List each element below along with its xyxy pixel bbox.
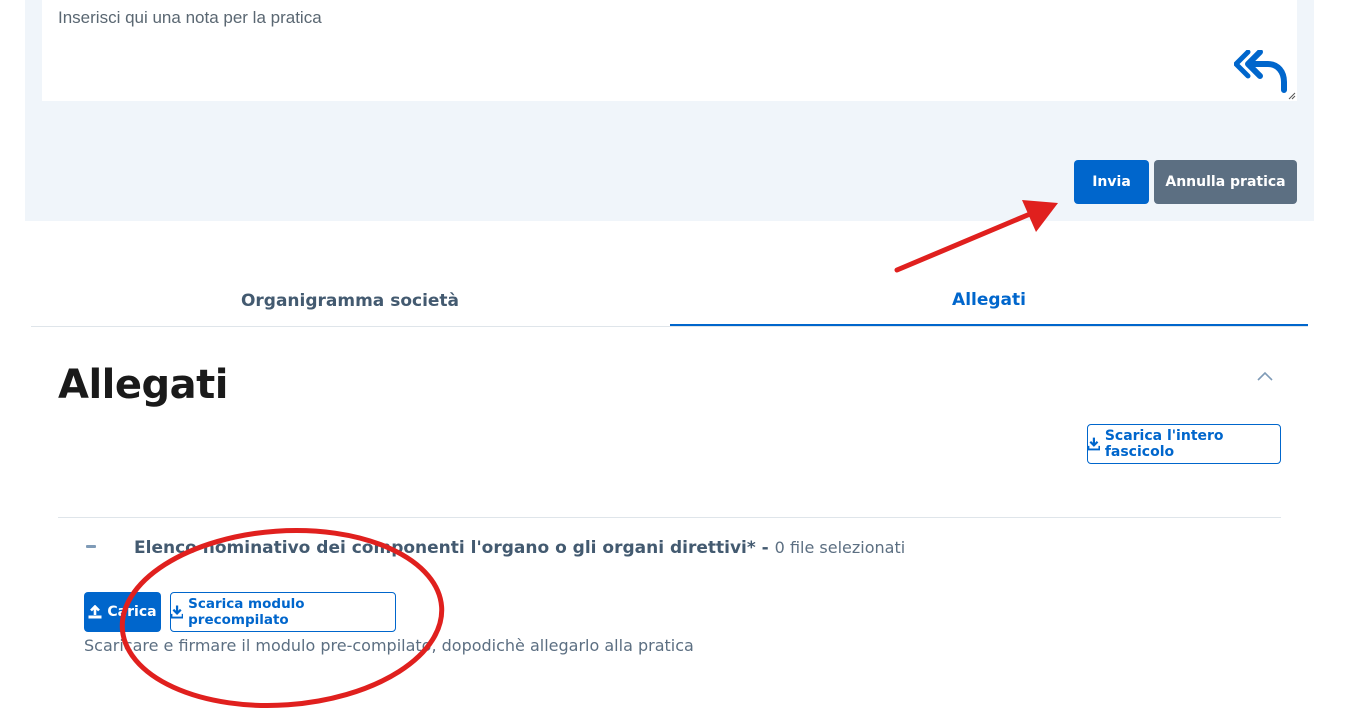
resize-handle-icon[interactable] — [1288, 92, 1296, 100]
attachment-hint: Scaricare e firmare il modulo pre-compil… — [84, 636, 694, 655]
title-separator: - — [755, 538, 775, 558]
download-icon — [171, 605, 184, 619]
note-textarea[interactable]: Inserisci qui una nota per la pratica — [42, 0, 1297, 101]
tab-bar: Organigramma società Allegati — [31, 276, 1308, 327]
tab-allegati[interactable]: Allegati — [670, 276, 1308, 326]
section-title: Allegati — [58, 362, 228, 408]
download-all-button[interactable]: Scarica l'intero fascicolo — [1087, 424, 1281, 464]
chevron-up-icon[interactable] — [1256, 370, 1274, 382]
download-module-label: Scarica modulo precompilato — [188, 596, 305, 628]
upload-icon — [88, 605, 102, 619]
minus-icon[interactable] — [86, 545, 96, 548]
download-icon — [1088, 437, 1100, 451]
reply-all-icon[interactable] — [1234, 50, 1288, 94]
attachment-item-title: Elenco nominativo dei componenti l'organ… — [134, 538, 905, 558]
upload-label: Carica — [107, 604, 157, 620]
note-placeholder: Inserisci qui una nota per la pratica — [58, 8, 322, 27]
attachment-name: Elenco nominativo dei componenti l'organ… — [134, 538, 756, 558]
upload-button[interactable]: Carica — [84, 592, 161, 632]
tab-organigramma[interactable]: Organigramma società — [31, 276, 669, 325]
file-count: 0 file selezionati — [774, 538, 906, 557]
cancel-practice-button[interactable]: Annulla pratica — [1154, 160, 1297, 204]
download-all-label: Scarica l'intero fascicolo — [1104, 428, 1224, 460]
download-module-button[interactable]: Scarica modulo precompilato — [170, 592, 396, 632]
send-button[interactable]: Invia — [1074, 160, 1149, 204]
divider — [58, 517, 1281, 518]
